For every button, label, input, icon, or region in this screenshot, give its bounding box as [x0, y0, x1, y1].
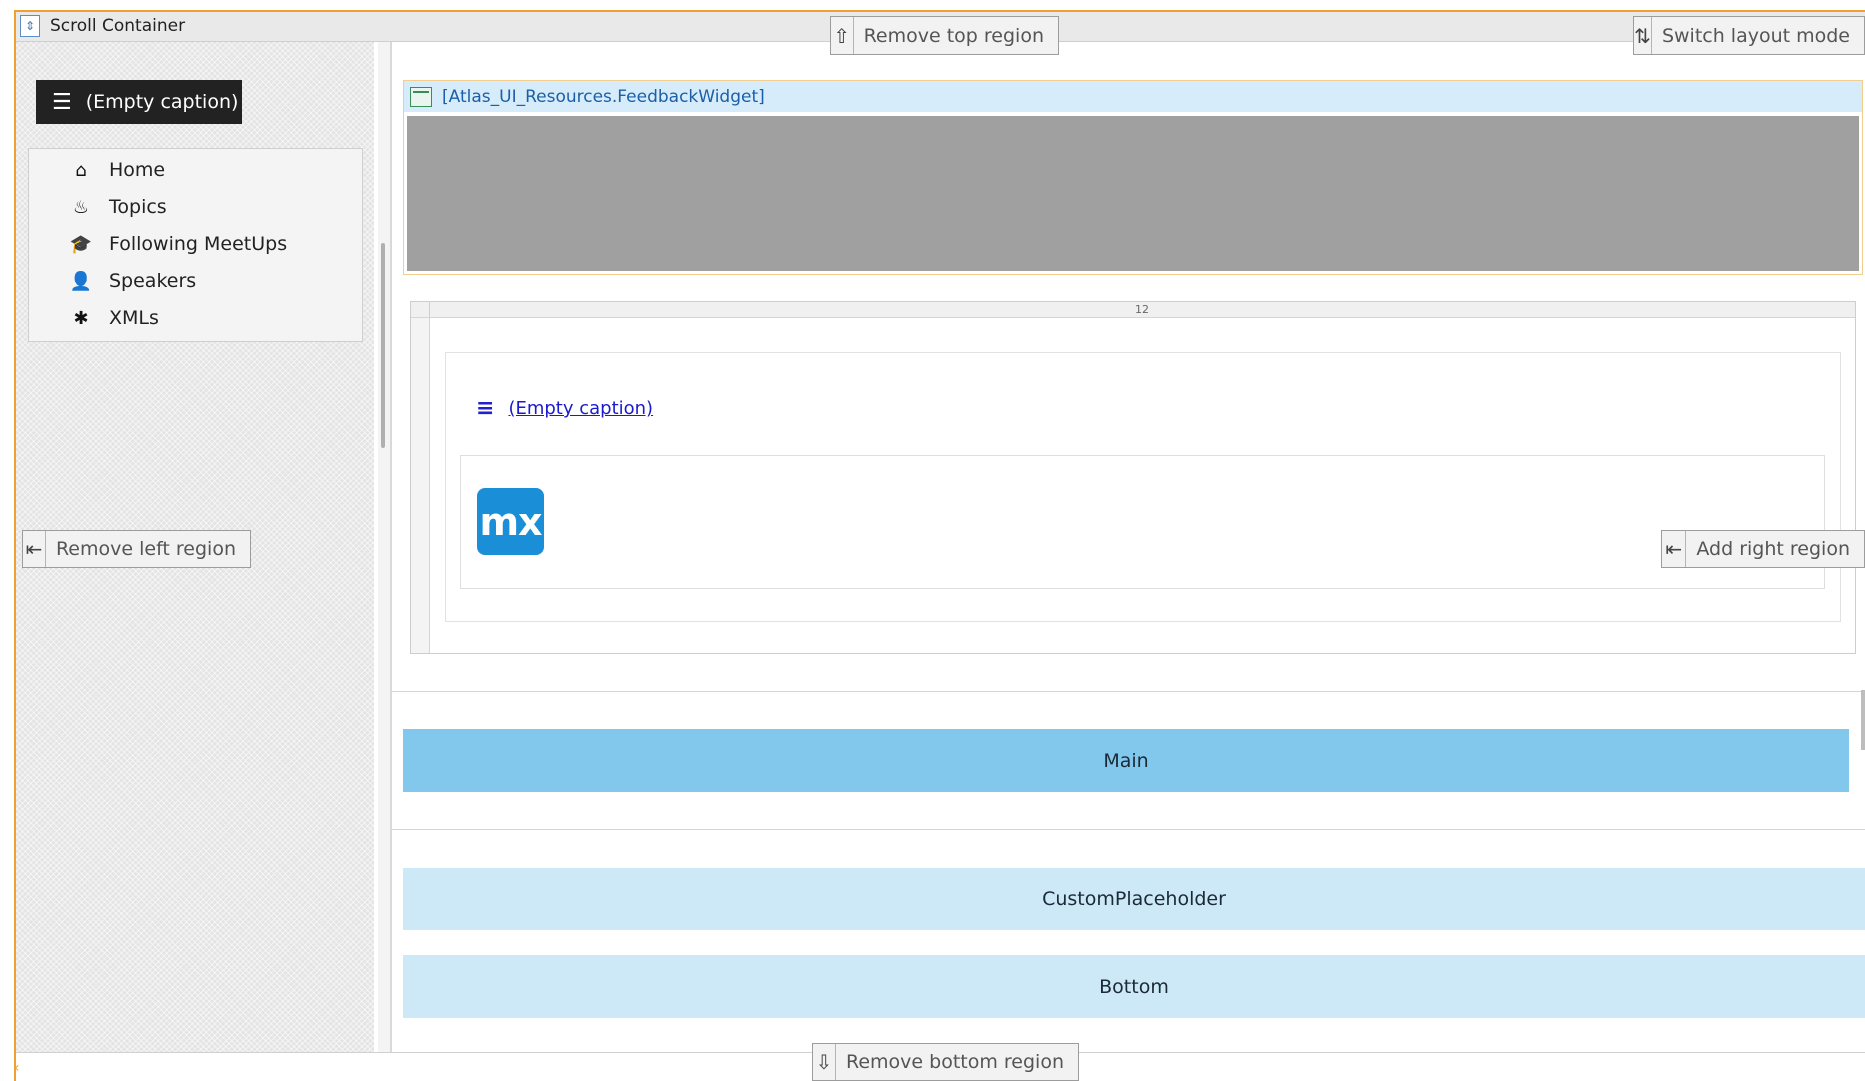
- remove-left-region-button[interactable]: ⇤ Remove left region: [22, 530, 251, 568]
- graduation-cap-icon: 🎓: [69, 233, 93, 255]
- sidebar-item-label: Following MeetUps: [109, 233, 288, 255]
- sidebar-item-label: Speakers: [109, 270, 197, 292]
- menu-toggle-button[interactable]: ☰ (Empty caption): [36, 80, 242, 124]
- feedback-widget-preview: [407, 116, 1859, 271]
- main-scrollbar-thumb[interactable]: [1861, 690, 1865, 750]
- arrow-left-bar-icon: ⇤: [1662, 531, 1687, 567]
- main-placeholder[interactable]: Main: [403, 729, 1849, 792]
- sidebar-item-speakers[interactable]: 👤 Speakers: [69, 266, 196, 296]
- left-region-scrollbar[interactable]: [378, 42, 390, 1052]
- add-right-region-button[interactable]: ⇤ Add right region: [1661, 530, 1865, 568]
- feedback-widget-header[interactable]: [Atlas_UI_Resources.FeedbackWidget]: [403, 80, 1863, 112]
- chevron-left-icon: ‹: [14, 1060, 20, 1076]
- left-region-scroll-thumb[interactable]: [381, 243, 385, 448]
- switch-layout-mode-label: Switch layout mode: [1661, 24, 1850, 47]
- layout-grid-corner: [411, 302, 430, 318]
- widget-icon: [410, 86, 432, 107]
- layout-grid-column-size: 12: [1135, 303, 1149, 316]
- layout-grid-row-handle[interactable]: [411, 318, 430, 653]
- sidebar-item-label: Topics: [109, 196, 167, 218]
- window-title: Scroll Container: [50, 16, 186, 36]
- user-icon: 👤: [69, 270, 93, 292]
- sidebar-item-xmls[interactable]: ✱ XMLs: [69, 303, 159, 333]
- section-divider: [392, 829, 1865, 830]
- hamburger-icon: ≡: [476, 396, 495, 421]
- remove-top-region-button[interactable]: ⇧ Remove top region: [830, 16, 1059, 55]
- remove-bottom-region-button[interactable]: ⇩ Remove bottom region: [812, 1043, 1079, 1081]
- switch-layout-mode-button[interactable]: ⇅ Switch layout mode: [1633, 16, 1865, 55]
- download-arrow-icon: ⇩: [813, 1044, 836, 1080]
- sidebar-item-home[interactable]: ⌂ Home: [69, 155, 165, 185]
- mendix-logo: mx: [477, 488, 544, 555]
- caption-link-label: (Empty caption): [508, 398, 654, 419]
- remove-top-region-label: Remove top region: [863, 24, 1044, 47]
- fire-icon: ♨: [72, 196, 90, 218]
- sidebar-item-label: XMLs: [109, 307, 159, 329]
- asterisk-icon: ✱: [73, 307, 89, 329]
- bottom-placeholder[interactable]: Bottom: [403, 955, 1865, 1018]
- add-right-region-label: Add right region: [1696, 538, 1850, 560]
- caption-link[interactable]: ≡ (Empty caption): [476, 396, 653, 421]
- sidebar-navigation: ⌂ Home ♨ Topics 🎓 Following MeetUps 👤 Sp…: [28, 148, 363, 342]
- sidebar-item-label: Home: [109, 159, 166, 181]
- sidebar-item-topics[interactable]: ♨ Topics: [69, 192, 167, 222]
- feedback-widget-label: [Atlas_UI_Resources.FeedbackWidget]: [442, 86, 765, 107]
- logo-container: [460, 455, 1825, 589]
- scroll-container-icon: ⇕: [20, 15, 40, 37]
- remove-bottom-region-label: Remove bottom region: [846, 1051, 1064, 1073]
- home-icon: ⌂: [75, 159, 87, 181]
- sidebar-item-following-meetups[interactable]: 🎓 Following MeetUps: [69, 229, 287, 259]
- switch-arrows-icon: ⇅: [1634, 17, 1652, 54]
- section-divider: [392, 691, 1865, 692]
- custom-placeholder[interactable]: CustomPlaceholder: [403, 868, 1865, 930]
- arrow-left-icon: ⇤: [23, 531, 46, 567]
- remove-left-region-label: Remove left region: [55, 538, 236, 560]
- menu-toggle-label: (Empty caption): [85, 91, 239, 113]
- hamburger-icon: ☰: [52, 89, 72, 115]
- upload-arrow-icon: ⇧: [831, 17, 854, 54]
